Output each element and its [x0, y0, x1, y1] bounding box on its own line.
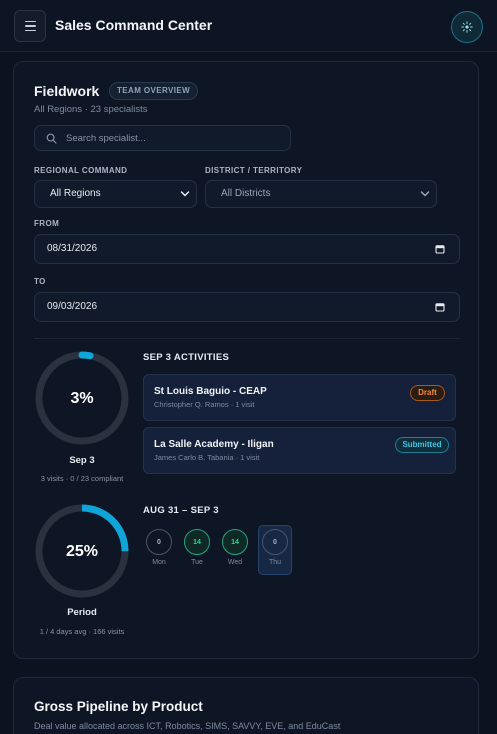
divider	[34, 338, 460, 339]
specialist-search[interactable]	[34, 125, 291, 151]
from-date-field[interactable]: 08/31/2026	[34, 234, 460, 264]
calendar-icon[interactable]	[435, 302, 445, 312]
calendar-icon[interactable]	[435, 244, 445, 254]
team-overview-badge: TEAM OVERVIEW	[109, 82, 199, 100]
district-label: DISTRICT / TERRITORY	[205, 166, 303, 175]
to-date-field[interactable]: 09/03/2026	[34, 292, 460, 322]
submitted-badge: Submitted	[395, 437, 449, 453]
activity-meta: James Carlo B. Tabania · 1 visit	[154, 453, 260, 462]
to-date-value: 09/03/2026	[47, 301, 98, 312]
menu-button[interactable]	[14, 10, 46, 42]
from-date-value: 08/31/2026	[47, 243, 98, 254]
chevron-down-icon	[420, 191, 430, 197]
top-bar: Sales Command Center	[0, 0, 497, 52]
day-label: Wed	[227, 559, 243, 566]
search-icon	[46, 133, 57, 144]
daily-sub: 3 visits · 0 / 23 compliant	[40, 474, 124, 483]
day-count[interactable]: 0	[262, 529, 288, 555]
day-label: Thu	[268, 559, 282, 566]
region-label: REGIONAL COMMAND	[34, 166, 128, 175]
district-value: All Districts	[221, 188, 271, 199]
day-count[interactable]: 14	[184, 529, 210, 555]
fieldwork-card: Fieldwork TEAM OVERVIEW All Regions · 23…	[13, 61, 479, 659]
pipeline-title: Gross Pipeline by Product	[34, 699, 203, 714]
day-label: Tue	[191, 559, 203, 566]
day-count[interactable]: 14	[222, 529, 248, 555]
sparkle-icon	[461, 21, 473, 33]
pipeline-subtitle: Deal value allocated across ICT, Robotic…	[34, 721, 341, 731]
pipeline-card: Gross Pipeline by Product Deal value all…	[13, 677, 479, 734]
period-percent: 25%	[65, 543, 99, 560]
hamburger-icon	[24, 20, 36, 23]
period-label: Period	[67, 607, 97, 618]
day-label: Mon	[152, 559, 166, 566]
to-label: TO	[34, 277, 46, 286]
region-select[interactable]: All Regions	[34, 180, 197, 208]
assistant-button[interactable]	[451, 11, 483, 43]
app-title: Sales Command Center	[55, 17, 213, 33]
week-heading: AUG 31 – SEP 3	[143, 505, 219, 516]
activity-meta: Christopher Q. Ramos · 1 visit	[154, 400, 255, 409]
region-value: All Regions	[50, 188, 101, 199]
chevron-down-icon	[180, 191, 190, 197]
activities-heading: SEP 3 ACTIVITIES	[143, 352, 230, 363]
activity-item[interactable]: St Louis Baguio - CEAP Christopher Q. Ra…	[143, 374, 456, 421]
from-label: FROM	[34, 219, 60, 228]
day-count[interactable]: 0	[146, 529, 172, 555]
activity-item[interactable]: La Salle Academy - Iligan James Carlo B.…	[143, 427, 456, 474]
daily-percent: 3%	[70, 390, 94, 407]
fieldwork-subtitle: All Regions · 23 specialists	[34, 104, 148, 115]
draft-badge: Draft	[410, 385, 445, 401]
search-input[interactable]	[66, 126, 286, 150]
fieldwork-title: Fieldwork	[34, 83, 100, 99]
district-select[interactable]: All Districts	[205, 180, 437, 208]
activity-title: La Salle Academy - Iligan	[154, 439, 274, 450]
activity-title: St Louis Baguio - CEAP	[154, 386, 267, 397]
period-sub: 1 / 4 days avg · 166 visits	[39, 627, 125, 636]
daily-label: Sep 3	[69, 455, 95, 466]
